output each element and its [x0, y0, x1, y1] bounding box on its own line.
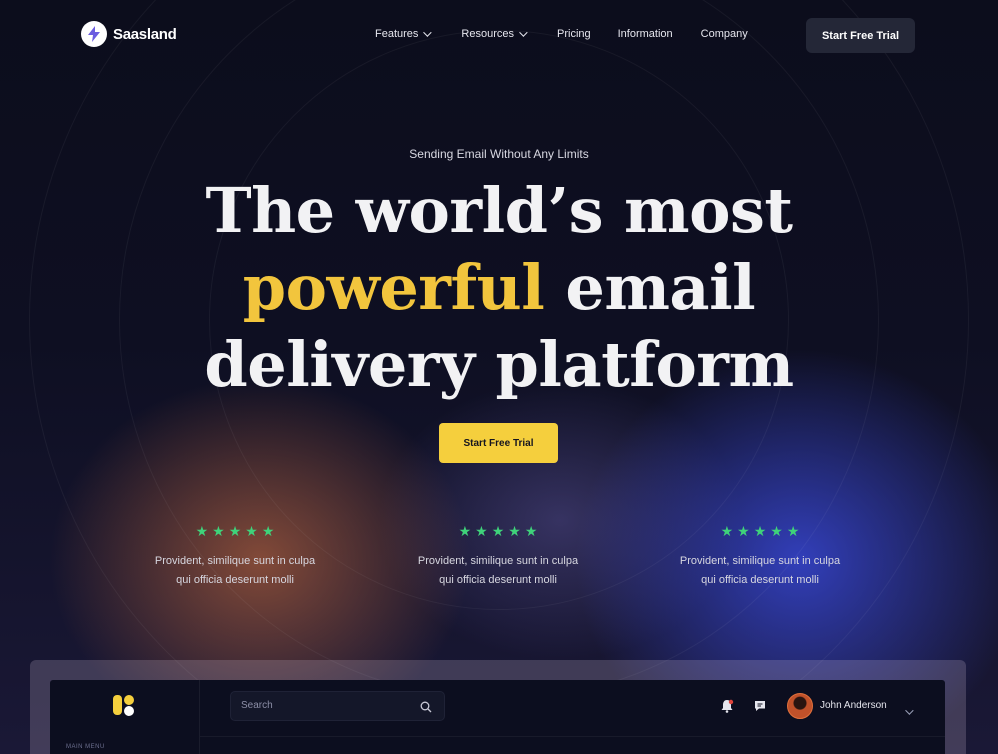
search-icon[interactable]: [420, 700, 432, 718]
review-line-1: Provident, similique sunt in culpa: [417, 555, 579, 567]
headline-highlight: powerful: [242, 251, 545, 324]
nav-item-information[interactable]: Information: [618, 28, 673, 40]
review-text: Provident, similique sunt in culpa qui o…: [660, 552, 860, 590]
review-line-2: qui officia deserunt molli: [439, 574, 557, 586]
nav-item-label: Company: [700, 28, 748, 40]
star-icon: ★: [508, 524, 521, 540]
chevron-down-icon: [423, 28, 433, 37]
main-menu: Features Resources Pricing Information C…: [375, 28, 748, 40]
nav-item-pricing[interactable]: Pricing: [557, 28, 591, 40]
chevron-down-icon: [519, 28, 528, 37]
star-rating: ★ ★ ★ ★ ★: [398, 524, 598, 540]
nav-item-features[interactable]: Features: [375, 28, 433, 40]
star-icon: ★: [458, 524, 472, 540]
review-text: Provident, similique sunt in culpa qui o…: [135, 552, 335, 590]
star-icon: ★: [228, 524, 242, 540]
review-card: ★ ★ ★ ★ ★ Provident, similique sunt in culpa…: [135, 524, 335, 590]
chevron-down-icon[interactable]: [905, 702, 914, 720]
review-line-2: qui officia deserunt molli: [176, 574, 294, 586]
star-icon: ★: [737, 524, 750, 540]
star-rating: ★ ★ ★ ★ ★: [135, 524, 335, 540]
star-icon: ★: [491, 524, 505, 540]
star-icon: ★: [245, 524, 258, 540]
app-logo-icon: [112, 693, 136, 724]
star-icon: ★: [212, 524, 225, 540]
nav-item-resources[interactable]: Resources: [461, 28, 528, 40]
hero-headline: The world’s most powerful email delivery…: [0, 172, 998, 403]
bell-icon[interactable]: [720, 699, 734, 718]
dashboard-sidebar: MAIN MENU: [50, 680, 200, 754]
star-icon: ★: [261, 524, 275, 540]
review-line-2: qui officia deserunt molli: [701, 574, 819, 586]
brand-logo[interactable]: Saasland: [81, 21, 177, 47]
review-text: Provident, similique sunt in culpa qui o…: [398, 552, 598, 590]
star-icon: ★: [475, 524, 488, 540]
hero-start-trial-button[interactable]: Start Free Trial: [439, 423, 558, 463]
nav-item-company[interactable]: Company: [701, 28, 748, 40]
sidebar-section-label: MAIN MENU: [66, 744, 105, 750]
logo-bolt-icon: [81, 21, 107, 47]
headline-line-3: delivery platform: [204, 328, 794, 401]
nav-start-trial-button[interactable]: Start Free Trial: [806, 18, 915, 53]
nav-item-label: Information: [617, 28, 673, 40]
top-nav: Saasland Features Resources Pricing Info…: [0, 0, 998, 70]
hero-eyebrow: Sending Email Without Any Limits: [409, 147, 589, 161]
star-rating: ★ ★ ★ ★ ★: [660, 524, 860, 540]
search-input[interactable]: [241, 700, 411, 711]
star-icon: ★: [720, 524, 734, 540]
nav-item-label: Pricing: [557, 28, 591, 40]
star-icon: ★: [770, 524, 783, 540]
dashboard-preview: MAIN MENU John Anderson: [50, 680, 945, 754]
star-icon: ★: [195, 524, 209, 540]
avatar[interactable]: [787, 693, 813, 719]
review-card: ★ ★ ★ ★ ★ Provident, similique sunt in culpa…: [398, 524, 598, 590]
nav-item-label: Resources: [461, 28, 514, 40]
dashboard-search: [230, 691, 445, 721]
review-line-1: Provident, similique sunt in culpa: [679, 555, 841, 567]
star-icon: ★: [786, 524, 800, 540]
headline-line-2: email: [565, 251, 756, 324]
headline-line-1: The world’s most: [205, 174, 793, 247]
star-icon: ★: [524, 524, 538, 540]
divider: [200, 736, 945, 737]
star-icon: ★: [753, 524, 767, 540]
review-line-1: Provident, similique sunt in culpa: [154, 555, 316, 567]
nav-item-label: Features: [375, 28, 419, 40]
user-name[interactable]: John Anderson: [820, 700, 887, 711]
brand-name: Saasland: [113, 25, 177, 43]
landing-page: Saasland Features Resources Pricing Info…: [0, 0, 998, 754]
chat-icon[interactable]: [753, 699, 767, 718]
review-card: ★ ★ ★ ★ ★ Provident, similique sunt in culpa…: [660, 524, 860, 590]
